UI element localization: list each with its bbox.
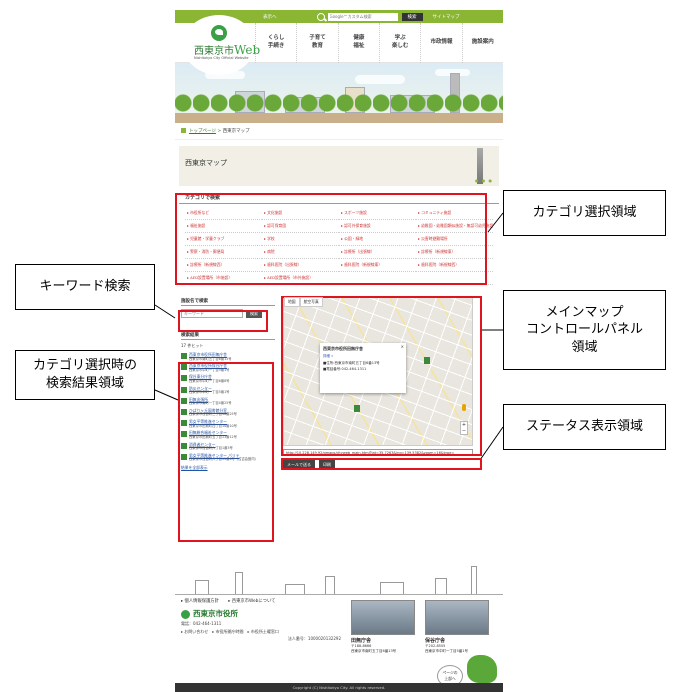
result-address: 西東京市南町五丁目6番13号	[189, 356, 232, 361]
home-icon	[181, 128, 186, 133]
site-search-button[interactable]: 検索	[401, 12, 423, 21]
global-nav: くらし 手続き 子育て 教育 健康 福祉 学ぶ 楽しむ 市政情報 施設案内	[255, 23, 503, 63]
map-tab-map[interactable]: 地図	[284, 297, 300, 307]
office-tanashi: 田無庁舎 〒188-8666 西東京市南町五丁目6番13号	[351, 600, 415, 653]
keyword-heading: 施設名で検索	[181, 298, 275, 306]
footer-skyline-illustration	[175, 565, 503, 595]
close-icon[interactable]: ×	[401, 344, 404, 349]
zoom-out-button[interactable]: −	[461, 428, 467, 434]
map-info-popup: × 西東京市役所田無庁舎 詳細 » ■住所:西東京市南町五丁目6番13号 ■電話…	[320, 343, 406, 393]
map-tab-satellite[interactable]: 航空写真	[299, 297, 323, 307]
result-item: 西東京市役所田無庁舎 西東京市南町五丁目6番13号	[181, 352, 275, 362]
gnav-item[interactable]: 子育て 教育	[296, 23, 337, 63]
map-type-tabs: 地図 航空写真	[284, 297, 323, 307]
map-marker[interactable]	[354, 405, 360, 412]
org-name: 西東京市役所	[193, 609, 238, 618]
popup-address: ■住所:西東京市南町五丁目6番13号	[323, 360, 380, 365]
map-marker[interactable]	[424, 357, 430, 364]
decoration-dots: ● ● ●	[474, 178, 493, 183]
site-logo[interactable]: 西東京市Web	[194, 42, 260, 57]
corporate-number: 法人番号：1000020132292	[287, 636, 341, 642]
callout-keyword: キーワード検索	[15, 264, 155, 310]
office-name[interactable]: 田無庁舎	[351, 637, 415, 644]
breadcrumb-separator: >	[217, 129, 222, 134]
popup-tel: ■電話番号:042-464-1311	[323, 367, 367, 372]
logo-web: Web	[234, 43, 261, 57]
street-view-pegman-icon[interactable]	[462, 404, 466, 411]
page-title-panel: 西東京マップ ● ● ●	[179, 146, 499, 186]
office-photo	[351, 600, 415, 635]
highlight-keyword-area	[178, 310, 268, 332]
office-hoya: 保谷庁舎 〒202-8555 西東京市中町一丁目5番1号	[425, 600, 489, 653]
callout-category: カテゴリ選択領域	[503, 190, 666, 236]
gnav-item[interactable]: 施設案内	[461, 23, 503, 63]
footer-organization: 西東京市役所 電話：042-464-1311 ▸ お問い合わせ ▸ 市役所開庁時…	[181, 608, 341, 642]
popup-detail-link[interactable]: 詳細 »	[323, 354, 403, 359]
logo-subtitle: Nishitokyo City Official Website	[194, 56, 249, 60]
gnav-item[interactable]: 市政情報	[420, 23, 461, 63]
mascot-illustration	[467, 655, 497, 683]
page-title: 西東京マップ	[185, 159, 227, 167]
city-logo-icon	[181, 609, 190, 619]
results-heading: 検索結果	[181, 332, 275, 340]
callout-results: カテゴリ選択時の 検索結果領域	[15, 350, 155, 400]
breadcrumb: トップページ > 西東京マップ	[175, 123, 503, 140]
copyright: Copyright (C) Nishitokyo City. All right…	[175, 683, 503, 692]
highlight-category-area	[175, 193, 487, 285]
site-search: 検索	[316, 12, 423, 21]
org-tel: 電話：042-464-1311	[181, 621, 222, 626]
site-header: 西東京市Web Nishitokyo City Official Website…	[175, 15, 503, 75]
breadcrumb-home[interactable]: トップページ	[189, 129, 216, 134]
gnav-item[interactable]: 健康 福祉	[337, 23, 379, 63]
city-logo-icon[interactable]	[211, 25, 227, 41]
facility-pin-icon	[181, 353, 187, 359]
zoom-control: + −	[460, 421, 468, 435]
office-photo	[425, 600, 489, 635]
office-address: 〒188-8666 西東京市南町五丁目6番13号	[351, 644, 397, 653]
breadcrumb-current: 西東京マップ	[222, 129, 250, 134]
privacy-link[interactable]: ▸ 個人情報保護方針	[181, 599, 219, 604]
site-search-input[interactable]	[327, 12, 398, 21]
office-name[interactable]: 保谷庁舎	[425, 637, 489, 644]
office-address: 〒202-8555 西東京市中町一丁目5番1号	[425, 644, 468, 653]
results-hit-count: 17 件ヒット	[181, 343, 204, 348]
callout-status: ステータス表示領域	[503, 404, 666, 450]
sitemap-link[interactable]: サイトマップ	[433, 14, 460, 20]
footer-links: ▸ 個人情報保護方針 ▸ 西東京市Webについて	[181, 598, 283, 604]
highlight-results-area	[178, 362, 274, 542]
callout-map: メインマップ コントロールパネル 領域	[503, 290, 666, 370]
about-site-link[interactable]: ▸ 西東京市Webについて	[228, 599, 275, 604]
gnav-item[interactable]: 学ぶ 楽しむ	[378, 23, 420, 63]
search-icon	[316, 12, 325, 21]
top-left-link[interactable]: 表示へ	[263, 14, 277, 20]
popup-title: 西東京市役所田無庁舎	[323, 346, 363, 351]
gnav-item[interactable]: くらし 手続き	[255, 23, 296, 63]
highlight-status-area	[281, 458, 482, 470]
org-links[interactable]: ▸ お問い合わせ ▸ 市役所開庁時間 ▸ 市役所土曜窓口	[181, 629, 341, 635]
